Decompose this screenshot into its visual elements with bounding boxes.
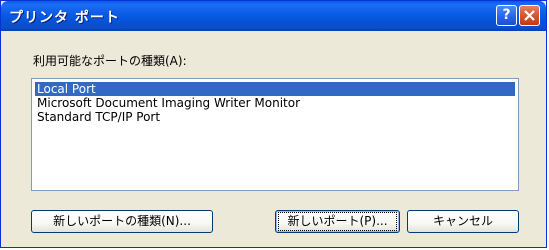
port-type-list-label: 利用可能なポートの種類(A): xyxy=(33,54,187,68)
list-item-local-port[interactable]: Local Port xyxy=(34,81,516,97)
new-port-button[interactable]: 新しいポート(P)... xyxy=(275,210,400,233)
port-type-listbox[interactable]: Local Port Microsoft Document Imaging Wr… xyxy=(31,78,519,191)
printer-ports-dialog: プリンタ ポート ? 利用可能なポートの種類(A): Local Port Mi… xyxy=(0,0,547,248)
cancel-button[interactable]: キャンセル xyxy=(407,210,519,233)
focus-rectangle xyxy=(278,212,397,231)
question-mark-icon: ? xyxy=(502,7,511,23)
window-title: プリンタ ポート xyxy=(9,10,120,26)
close-icon xyxy=(524,10,535,21)
title-bar[interactable]: プリンタ ポート ? xyxy=(1,1,546,31)
close-button[interactable] xyxy=(519,5,540,26)
list-item-standard-tcpip-port[interactable]: Standard TCP/IP Port xyxy=(35,110,160,124)
new-port-type-button[interactable]: 新しいポートの種類(N)... xyxy=(31,210,213,233)
list-item-document-imaging-writer[interactable]: Microsoft Document Imaging Writer Monito… xyxy=(35,96,300,110)
help-button[interactable]: ? xyxy=(496,5,517,26)
